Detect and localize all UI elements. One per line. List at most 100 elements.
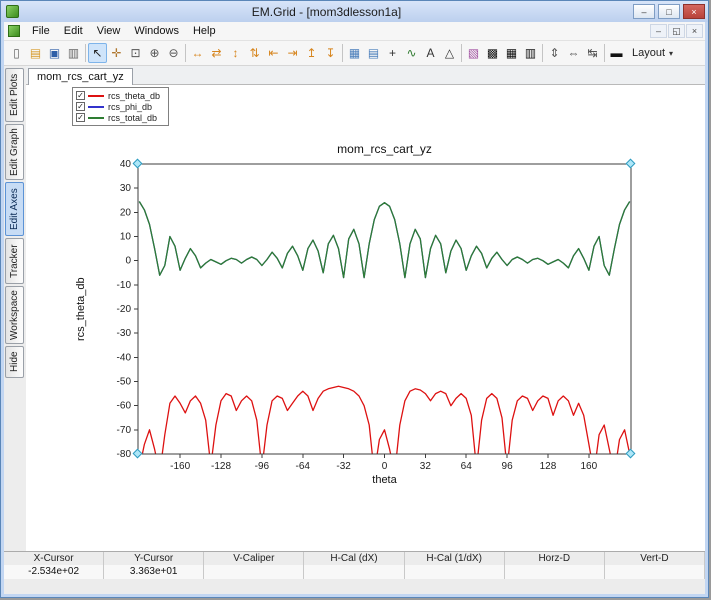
- menu-file[interactable]: File: [25, 24, 57, 38]
- menu-windows[interactable]: Windows: [127, 24, 186, 38]
- document-tab[interactable]: mom_rcs_cart_yz: [28, 68, 133, 85]
- menu-edit[interactable]: Edit: [57, 24, 90, 38]
- new-file-icon[interactable]: ▯: [7, 43, 26, 63]
- y-tick-label: -80: [117, 449, 132, 460]
- document-icon: [8, 25, 20, 37]
- y-tick-label: -30: [117, 328, 132, 339]
- title-bar: EM.Grid - [mom3dlesson1a] –□×: [1, 1, 708, 22]
- chevron-down-icon: ▾: [669, 49, 673, 58]
- colormap-plot-icon[interactable]: ▩: [483, 43, 502, 63]
- sidebar-tab-tracker[interactable]: Tracker: [5, 238, 24, 284]
- toolbar-separator: [461, 44, 462, 62]
- x-tick-label: -128: [211, 461, 231, 472]
- sidebar-tab-edit-axes[interactable]: Edit Axes: [5, 182, 24, 236]
- status-value-h-cal-1-dx: [405, 565, 505, 579]
- document-area: mom_rcs_cart_yz ✓rcs_theta_db✓rcs_phi_db…: [26, 66, 705, 551]
- status-col-y-cursor: Y-Cursor: [104, 552, 204, 565]
- print-icon[interactable]: ▥: [64, 43, 83, 63]
- rcs-plot[interactable]: -160-128-96-64-320326496128160403020100-…: [98, 154, 668, 489]
- y-axis-label: rcs_theta_db: [74, 164, 88, 454]
- surface-plot-icon[interactable]: ▦: [502, 43, 521, 63]
- child-close-button[interactable]: ×: [686, 24, 703, 38]
- child-minimize-button[interactable]: –: [650, 24, 667, 38]
- menu-help[interactable]: Help: [186, 24, 223, 38]
- y-tick-label: -50: [117, 377, 132, 388]
- maximize-button[interactable]: □: [658, 4, 680, 19]
- shift-axis-down-icon[interactable]: ↧: [321, 43, 340, 63]
- save-file-icon[interactable]: ▣: [45, 43, 64, 63]
- line-style-icon[interactable]: ▬: [607, 43, 626, 63]
- series-rcs-total-db: [139, 202, 629, 278]
- trace-curve-icon[interactable]: ∿: [402, 43, 421, 63]
- zoom-window-icon[interactable]: ⊡: [126, 43, 145, 63]
- legend-row: ✓rcs_total_db: [76, 112, 160, 123]
- toolbar-separator: [604, 44, 605, 62]
- compress-y-axis-icon[interactable]: ⇅: [245, 43, 264, 63]
- sidebar-tab-hide[interactable]: Hide: [5, 346, 24, 378]
- status-filler: [4, 579, 705, 594]
- menu-items: FileEditViewWindowsHelp: [25, 24, 223, 38]
- legend-row: ✓rcs_phi_db: [76, 101, 160, 112]
- show-grid-icon[interactable]: ▦: [345, 43, 364, 63]
- app-icon: [6, 5, 19, 18]
- x-tick-label: 64: [461, 461, 473, 472]
- app-window: EM.Grid - [mom3dlesson1a] –□× FileEditVi…: [0, 0, 709, 598]
- status-col-h-cal-1-dx: H-Cal (1/dX): [405, 552, 505, 565]
- x-tick-label: -64: [296, 461, 311, 472]
- toolbar: ▯▤▣▥↖✛⊡⊕⊖↔⇄↕⇅⇤⇥↥↧▦▤+∿A△▧▩▦▥⇕⇔↹▬Layout▾: [4, 41, 705, 66]
- x-tick-label: -160: [170, 461, 190, 472]
- y-tick-label: 30: [120, 183, 132, 194]
- child-restore-button[interactable]: ◱: [668, 24, 685, 38]
- legend-checkbox-rcs-phi-db[interactable]: ✓: [76, 102, 85, 111]
- y-tick-label: -10: [117, 280, 132, 291]
- crosshair-cursor-icon[interactable]: +: [383, 43, 402, 63]
- y-tick-label: -70: [117, 425, 132, 436]
- toolbar-separator: [85, 44, 86, 62]
- pan-hand-icon[interactable]: ✛: [107, 43, 126, 63]
- client-area: FileEditViewWindowsHelp –◱× ▯▤▣▥↖✛⊡⊕⊖↔⇄↕…: [4, 22, 705, 594]
- delta-marker-icon[interactable]: △: [440, 43, 459, 63]
- window-title: EM.Grid - [mom3dlesson1a]: [23, 5, 630, 19]
- status-bar: X-CursorY-CursorV-CaliperH-Cal (dX)H-Cal…: [4, 551, 705, 579]
- show-axes-icon[interactable]: ▤: [364, 43, 383, 63]
- x-tick-label: 128: [540, 461, 557, 472]
- legend-checkbox-rcs-theta-db[interactable]: ✓: [76, 91, 85, 100]
- close-button[interactable]: ×: [683, 4, 705, 19]
- minimize-button[interactable]: –: [633, 4, 655, 19]
- x-tick-label: 32: [420, 461, 432, 472]
- x-tick-label: 0: [382, 461, 388, 472]
- horizontal-spacing-icon[interactable]: ⇔: [564, 43, 583, 63]
- legend-checkbox-rcs-total-db[interactable]: ✓: [76, 113, 85, 122]
- window-controls: –□×: [630, 4, 705, 19]
- status-col-vert-d: Vert-D: [605, 552, 705, 565]
- sidebar-tab-edit-plots[interactable]: Edit Plots: [5, 68, 24, 122]
- sidebar-tab-workspace[interactable]: Workspace: [5, 286, 24, 344]
- expand-x-axis-icon[interactable]: ↔: [188, 43, 207, 63]
- status-value-x-cursor: -2.534e+02: [4, 565, 104, 579]
- shift-axis-right-icon[interactable]: ⇥: [283, 43, 302, 63]
- menu-view[interactable]: View: [90, 24, 128, 38]
- layout-dropdown-button[interactable]: Layout▾: [626, 43, 679, 63]
- shift-axis-left-icon[interactable]: ⇤: [264, 43, 283, 63]
- shift-axis-up-icon[interactable]: ↥: [302, 43, 321, 63]
- menu-bar: FileEditViewWindowsHelp –◱×: [4, 22, 705, 41]
- document-tab-row: mom_rcs_cart_yz: [26, 66, 705, 85]
- child-window-controls: –◱×: [649, 24, 703, 38]
- legend-box: ✓rcs_theta_db✓rcs_phi_db✓rcs_total_db: [72, 87, 169, 126]
- y-tick-label: 20: [120, 207, 132, 218]
- caliper-width-icon[interactable]: ↹: [583, 43, 602, 63]
- zoom-in-icon[interactable]: ⊕: [145, 43, 164, 63]
- legend-line-sample: [88, 95, 104, 97]
- legend-row: ✓rcs_theta_db: [76, 90, 160, 101]
- contour-plot-icon[interactable]: ▥: [521, 43, 540, 63]
- select-cursor-icon[interactable]: ↖: [88, 43, 107, 63]
- expand-y-axis-icon[interactable]: ↕: [226, 43, 245, 63]
- plot-frame: [138, 164, 631, 454]
- sidebar-tab-edit-graph[interactable]: Edit Graph: [5, 124, 24, 180]
- compress-x-axis-icon[interactable]: ⇄: [207, 43, 226, 63]
- page-setup-icon[interactable]: ▧: [464, 43, 483, 63]
- text-annotation-icon[interactable]: A: [421, 43, 440, 63]
- open-file-icon[interactable]: ▤: [26, 43, 45, 63]
- zoom-out-icon[interactable]: ⊖: [164, 43, 183, 63]
- vertical-spacing-icon[interactable]: ⇕: [545, 43, 564, 63]
